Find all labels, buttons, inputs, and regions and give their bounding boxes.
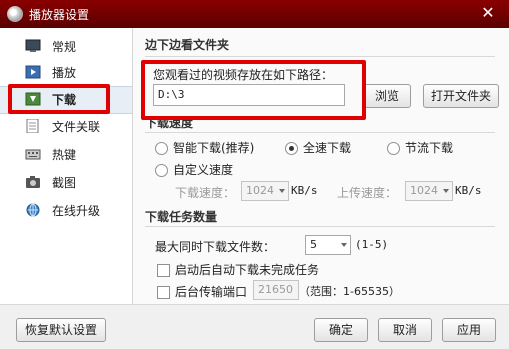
apply-button[interactable]: 应用 (442, 318, 496, 342)
sidebar-item-playback[interactable]: 播放 (0, 60, 132, 86)
open-folder-button[interactable]: 打开文件夹 (423, 84, 499, 108)
radio-label: 自定义速度 (173, 163, 234, 177)
radio-custom-speed[interactable] (155, 164, 168, 177)
play-icon (25, 65, 41, 79)
upload-speed-unit: KB/s (455, 184, 482, 197)
background-port-label: 后台传输端口 (175, 285, 248, 299)
file-icon (25, 118, 41, 134)
sidebar-item-online-upgrade[interactable]: 在线升级 (0, 198, 132, 224)
download-speed-unit: KB/s (291, 184, 318, 197)
globe-icon (25, 203, 41, 217)
radio-smart-download[interactable] (155, 142, 168, 155)
restore-defaults-button[interactable]: 恢复默认设置 (16, 318, 106, 342)
sidebar-item-file-association[interactable]: 文件关联 (0, 114, 132, 140)
radio-label: 智能下载(推荐) (173, 141, 255, 155)
radio-full-speed[interactable] (285, 142, 298, 155)
radio-label: 节流下载 (405, 141, 454, 155)
auto-resume-label: 启动后自动下载未完成任务 (175, 263, 320, 277)
max-downloads-label: 最大同时下载文件数： (155, 240, 276, 254)
sidebar-item-label: 下载 (52, 93, 77, 107)
keyboard-icon (25, 147, 41, 161)
sidebar-item-label: 文件关联 (52, 120, 101, 134)
sidebar-item-label: 播放 (52, 66, 77, 80)
sidebar-item-label: 常规 (52, 40, 77, 54)
divider (145, 226, 495, 227)
path-value: D:\3 (158, 88, 185, 101)
max-downloads-select[interactable]: 5 (305, 235, 351, 255)
close-icon[interactable]: ✕ (479, 4, 497, 22)
monitor-icon (25, 39, 41, 53)
max-downloads-range: (1-5) (355, 238, 389, 251)
chevron-down-icon (279, 189, 285, 193)
chevron-down-icon (341, 243, 347, 247)
player-logo-icon (7, 6, 23, 22)
dialog-footer: 恢复默认设置 确定 取消 应用 (0, 304, 509, 349)
radio-label: 全速下载 (303, 141, 352, 155)
chevron-down-icon (443, 189, 449, 193)
port-range: （范围：1-65535） (299, 285, 400, 298)
camera-icon (25, 175, 41, 189)
divider (145, 56, 495, 57)
browse-button[interactable]: 浏览 (363, 84, 411, 108)
cancel-button[interactable]: 取消 (378, 318, 432, 342)
port-value: 21650 (258, 283, 293, 296)
max-downloads-value: 5 (310, 238, 317, 251)
sidebar-item-screenshot[interactable]: 截图 (0, 170, 132, 196)
auto-resume-checkbox[interactable] (157, 264, 170, 277)
settings-sidebar: 常规 播放 下载 文件关联 热键 截图 在线升级 (0, 28, 133, 304)
sidebar-item-general[interactable]: 常规 (0, 34, 132, 60)
sidebar-item-label: 截图 (52, 176, 77, 190)
settings-content: 边下边看文件夹 您观看过的视频存放在如下路径： D:\3 浏览 打开文件夹 下载… (133, 28, 509, 304)
sidebar-item-hotkeys[interactable]: 热键 (0, 142, 132, 168)
upload-speed-select[interactable]: 1024 (405, 181, 453, 201)
divider (145, 132, 495, 133)
title-bar: 播放器设置 ✕ (0, 0, 509, 28)
download-speed-value: 1024 (246, 184, 274, 197)
radio-throttle[interactable] (387, 142, 400, 155)
background-port-checkbox[interactable] (157, 286, 170, 299)
sidebar-item-download[interactable]: 下载 (0, 86, 132, 114)
section-title-task-count: 下载任务数量 (145, 210, 218, 224)
port-input[interactable]: 21650 (253, 280, 299, 300)
upload-speed-value: 1024 (410, 184, 438, 197)
download-speed-select[interactable]: 1024 (241, 181, 289, 201)
section-title-download-speed: 下载速度 (145, 116, 194, 130)
sidebar-item-label: 热键 (52, 148, 77, 162)
path-input[interactable]: D:\3 (153, 84, 345, 106)
upload-speed-label: 上传速度： (337, 186, 398, 200)
download-icon (25, 92, 41, 106)
section-title-download-folder: 边下边看文件夹 (145, 38, 230, 52)
path-label: 您观看过的视频存放在如下路径： (153, 68, 334, 82)
settings-window: 播放器设置 ✕ 常规 播放 下载 文件关联 热键 截图 在线升级 边下边看文件夹… (0, 0, 509, 349)
window-title: 播放器设置 (29, 8, 90, 22)
sidebar-item-label: 在线升级 (52, 204, 101, 218)
download-speed-label: 下载速度： (175, 186, 236, 200)
ok-button[interactable]: 确定 (314, 318, 368, 342)
